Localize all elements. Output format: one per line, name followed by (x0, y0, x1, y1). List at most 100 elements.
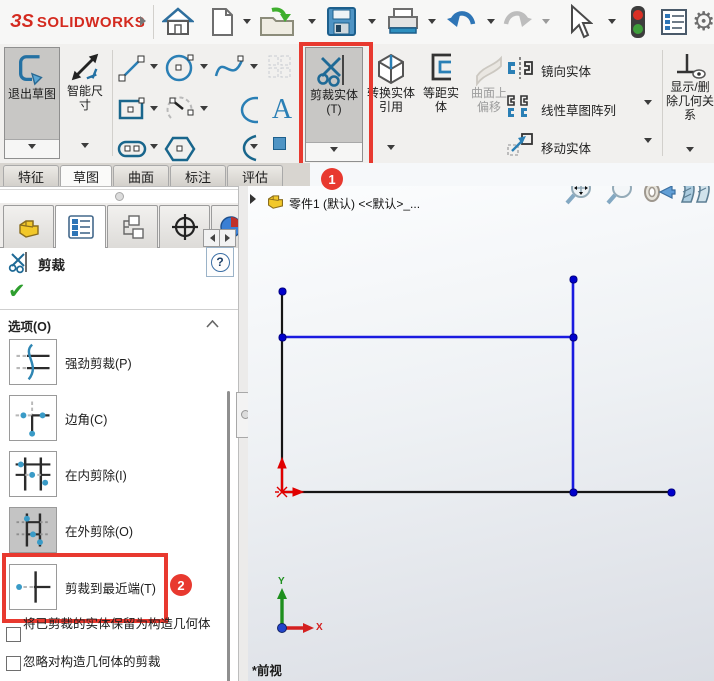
tab-property-manager[interactable] (55, 205, 106, 248)
smart-dimension-label: 智能尺寸 (66, 84, 103, 112)
point-tool-icon[interactable] (273, 137, 286, 150)
smart-dimension-icon (71, 53, 99, 81)
property-manager-panel: 剪裁 ? ✔ 选项(O) 强劲剪裁(P) 边角(C) 在内剪除(I) 在外剪除(… (0, 186, 239, 681)
options-section-header[interactable]: 选项(O) (0, 313, 238, 335)
tab-feature-tree[interactable] (3, 205, 54, 248)
save-dropdown[interactable] (368, 19, 376, 28)
panel-title: 剪裁 (38, 258, 65, 273)
slot-tool-icon[interactable] (116, 136, 148, 162)
panel-scrollbar[interactable] (227, 391, 230, 681)
offset-entities-button[interactable]: 等距实体 (417, 50, 465, 150)
collapse-chevron-icon[interactable] (206, 320, 219, 328)
exit-sketch-dropdown[interactable] (5, 139, 59, 158)
keep-construction-checkbox[interactable] (6, 627, 21, 642)
step-marker-1: 1 (321, 168, 343, 190)
ignore-construction-checkbox[interactable] (6, 656, 21, 671)
graphics-viewport[interactable]: 零件1 (默认) <<默认>_... Y X *前视 (248, 186, 714, 681)
spline-tool-dropdown[interactable] (250, 64, 258, 73)
exit-sketch-label: 退出草图 (7, 87, 56, 101)
redo-dropdown[interactable] (542, 19, 550, 28)
select-dropdown[interactable] (608, 19, 616, 28)
undo-icon[interactable] (445, 7, 479, 37)
display-relations-dropdown[interactable] (686, 147, 694, 156)
arc-tool-icon[interactable] (163, 93, 197, 127)
arc-tool-dropdown[interactable] (200, 106, 208, 115)
display-relations-button[interactable]: 显示/删除几何关系 (666, 50, 714, 160)
corner-iconbox[interactable] (9, 395, 57, 441)
convert-entities-button[interactable]: 转换实体引用 (366, 50, 416, 158)
tab-surfaces[interactable]: 曲面 (113, 165, 169, 187)
mirror-entities-label[interactable]: 镜向实体 (541, 61, 591, 80)
open-folder-icon[interactable] (258, 6, 296, 38)
offset-entities-label: 等距实体 (422, 86, 459, 114)
trim-entities-dropdown[interactable] (306, 142, 362, 161)
slot-tool-dropdown[interactable] (150, 144, 158, 153)
corner-icon (15, 401, 50, 437)
print-dropdown[interactable] (428, 19, 436, 28)
spline-tool-icon[interactable] (214, 50, 244, 88)
tab-annotations[interactable]: 标注 (170, 165, 226, 187)
open-dropdown[interactable] (308, 19, 316, 28)
help-button[interactable]: ? (206, 247, 234, 277)
trim-closest-label: 剪裁到最近端(T) (65, 581, 156, 596)
smart-dimension-dropdown[interactable] (81, 143, 89, 152)
trim-outside-iconbox[interactable] (9, 507, 57, 553)
circle-tool-icon[interactable] (163, 51, 197, 85)
settings-gear-icon[interactable]: ⚙ (692, 6, 714, 37)
task-list-icon[interactable] (660, 8, 688, 36)
home-icon[interactable] (162, 7, 194, 37)
convert-entities-dropdown[interactable] (387, 145, 395, 154)
move-entities-dropdown[interactable] (644, 138, 652, 147)
power-trim-iconbox[interactable] (9, 339, 57, 385)
option-trim-inside[interactable]: 在内剪除(I) (9, 451, 127, 497)
mirror-entities-icon[interactable] (506, 56, 534, 80)
linear-pattern-icon[interactable] (506, 94, 534, 120)
tab-sketch[interactable]: 草图 (60, 165, 112, 187)
conic-tool-dropdown[interactable] (250, 144, 258, 153)
manager-tab-scroll-right[interactable] (219, 229, 236, 247)
manager-tab-scroll-left[interactable] (203, 229, 220, 247)
text-tool-icon[interactable]: A (268, 94, 296, 126)
trim-entities-button[interactable]: 剪裁实体(T) (305, 47, 363, 162)
traffic-light-icon[interactable] (629, 5, 647, 39)
new-document-icon[interactable] (208, 7, 236, 37)
tab-configuration-manager[interactable] (107, 205, 158, 248)
exit-sketch-button[interactable]: 退出草图 (4, 47, 60, 159)
toolbar-flyout-arrow[interactable] (140, 16, 151, 26)
option-trim-outside[interactable]: 在外剪除(O) (9, 507, 133, 553)
option-trim-closest[interactable]: 剪裁到最近端(T) (9, 564, 156, 610)
rectangle-tool-icon[interactable] (116, 94, 148, 126)
tab-features[interactable]: 特征 (3, 165, 59, 187)
new-document-dropdown[interactable] (243, 19, 251, 28)
line-tool-dropdown[interactable] (150, 64, 158, 73)
select-cursor-icon[interactable] (563, 4, 593, 40)
tab-evaluate[interactable]: 评估 (227, 165, 283, 187)
option-corner[interactable]: 边角(C) (9, 395, 107, 441)
linear-pattern-dropdown[interactable] (644, 100, 652, 109)
trim-closest-iconbox[interactable] (9, 564, 57, 610)
rectangle-tool-dropdown[interactable] (150, 106, 158, 115)
option-power-trim[interactable]: 强劲剪裁(P) (9, 339, 132, 385)
panel-top-splitter[interactable] (0, 189, 238, 201)
corner-label: 边角(C) (65, 412, 108, 427)
redo-icon[interactable] (500, 7, 534, 37)
undo-dropdown[interactable] (487, 19, 495, 28)
print-icon[interactable] (385, 7, 421, 37)
sketch-canvas[interactable] (248, 186, 714, 681)
polygon-tool-icon[interactable] (163, 134, 197, 164)
smart-dimension-button[interactable]: 智能尺寸 (62, 48, 108, 156)
move-entities-icon[interactable] (506, 132, 534, 158)
linear-pattern-label[interactable]: 线性草图阵列 (541, 100, 616, 119)
circle-tool-dropdown[interactable] (200, 64, 208, 73)
convert-entities-icon (378, 53, 404, 85)
line-tool-icon[interactable] (116, 52, 148, 84)
ellipse-tool-icon[interactable] (238, 93, 258, 127)
move-entities-label[interactable]: 移动实体 (541, 138, 591, 157)
step-marker-2: 2 (170, 574, 192, 596)
trim-inside-iconbox[interactable] (9, 451, 57, 497)
ribbon: 退出草图 智能尺寸 A 剪裁实体(T) 转换实体引用 等距实体 曲面上偏移 镜向… (0, 42, 714, 172)
configuration-manager-icon (122, 215, 144, 239)
ok-check-icon[interactable]: ✔ (8, 279, 26, 304)
power-trim-label: 强劲剪裁(P) (65, 356, 132, 371)
save-icon[interactable] (325, 5, 358, 38)
